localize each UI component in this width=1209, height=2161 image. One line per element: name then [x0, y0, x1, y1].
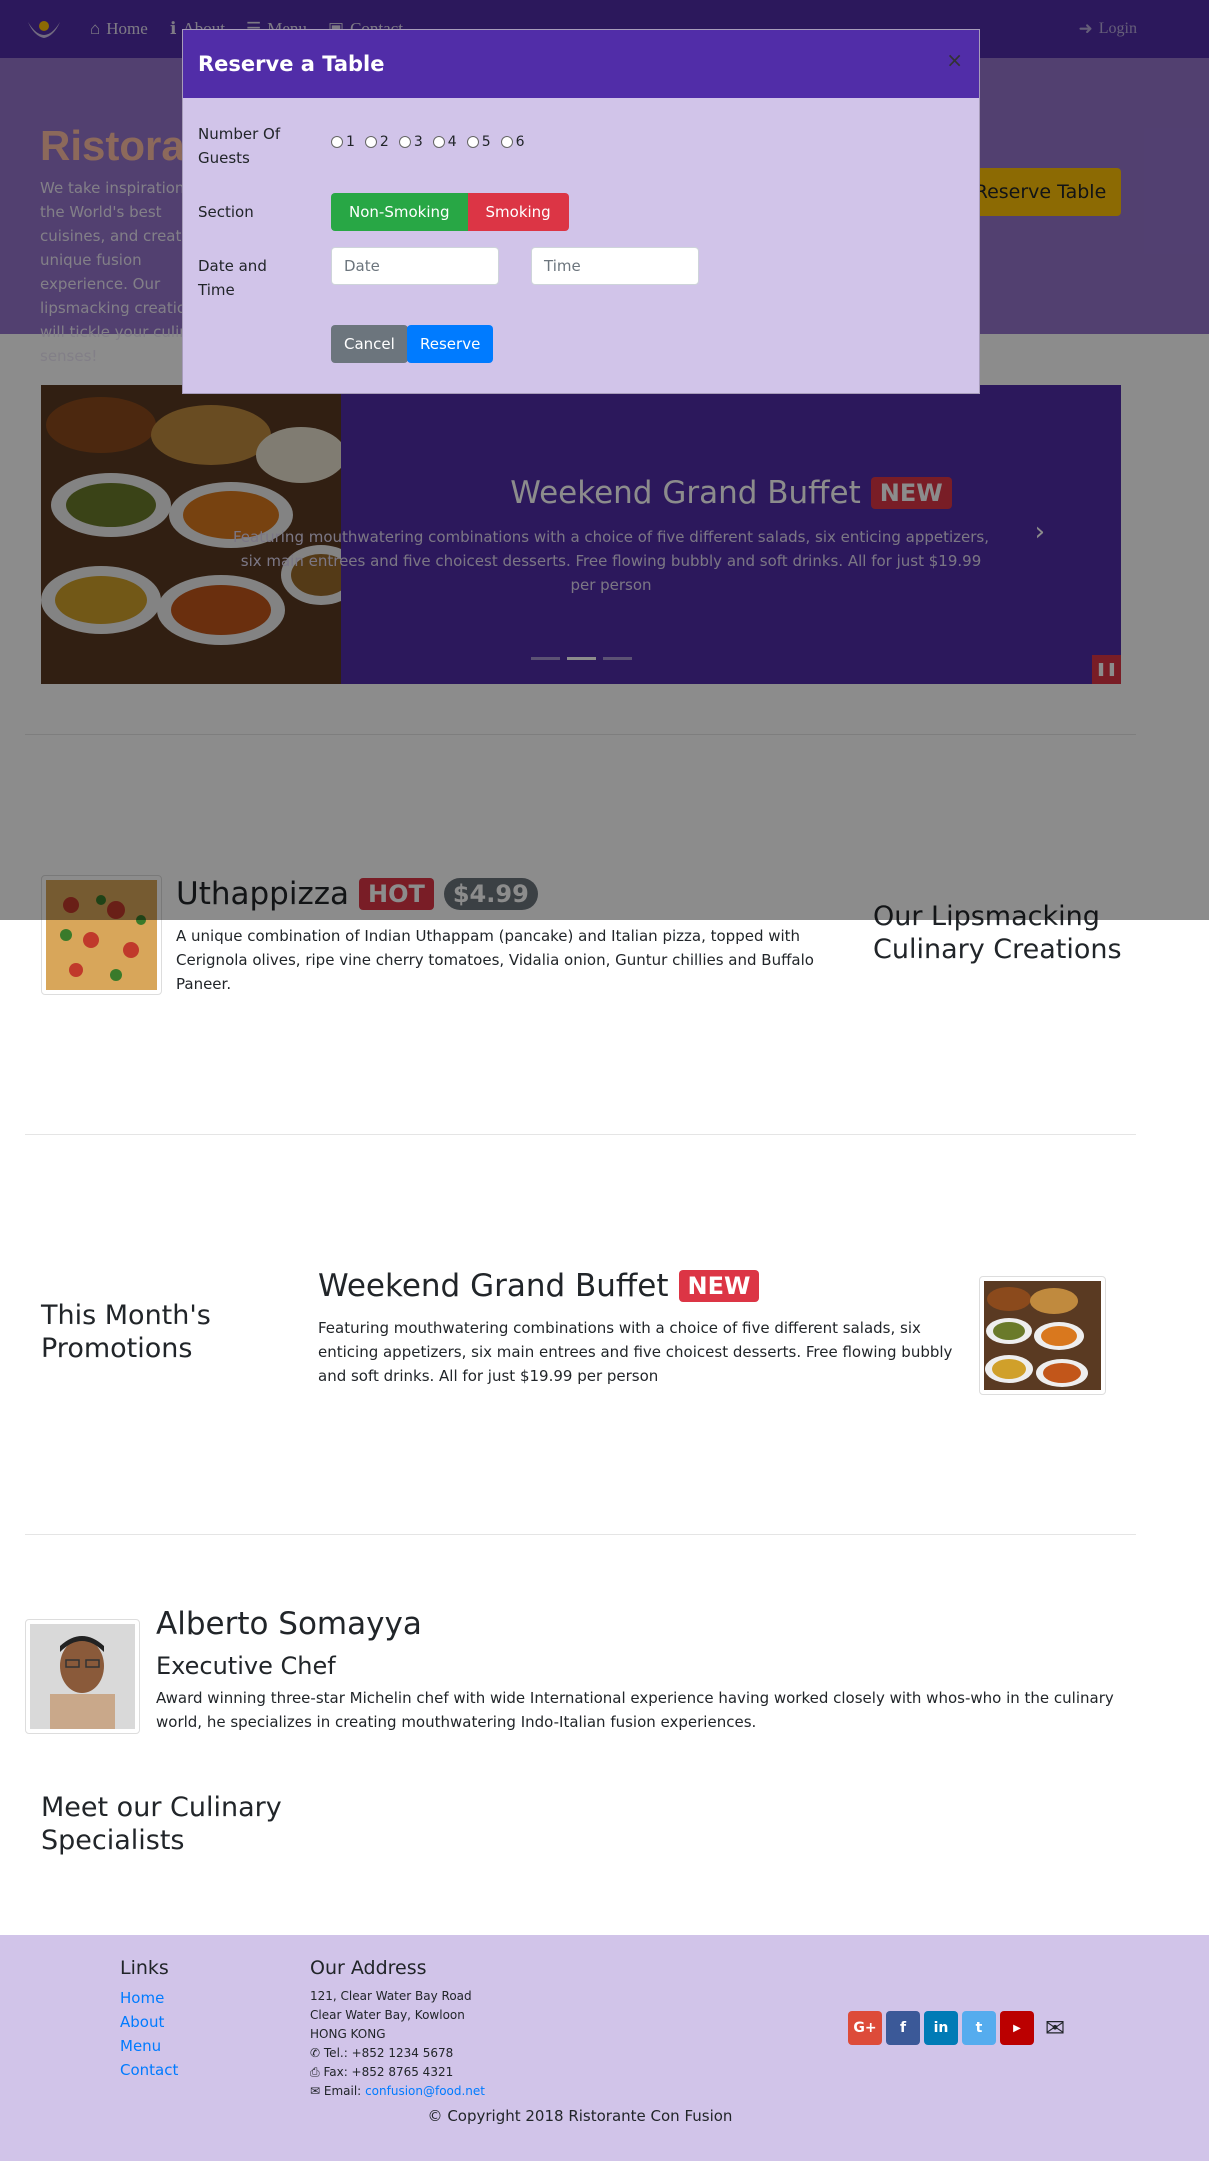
promotion-title: Weekend Grand Buffet NEW	[318, 1268, 760, 1304]
guest-option-label: 4	[447, 134, 457, 150]
chef-portrait	[30, 1624, 135, 1729]
guest-option[interactable]: 3	[398, 134, 423, 150]
modal-title: Reserve a Table	[198, 52, 385, 76]
linkedin-icon[interactable]: in	[924, 2011, 958, 2045]
phone-icon: ✆	[310, 2046, 321, 2060]
guests-radio-group: 1 2 3 4 5 6	[331, 134, 525, 150]
email-line: ✉ Email: confusion@food.net	[310, 2082, 485, 2101]
date-input[interactable]: Date	[331, 247, 499, 285]
promotion-name: Weekend Grand Buffet	[318, 1268, 669, 1304]
phone-text: Tel.: +852 1234 5678	[323, 2046, 454, 2060]
close-icon[interactable]: ×	[946, 48, 963, 72]
radio-circle[interactable]	[500, 136, 513, 148]
phone-line: ✆ Tel.: +852 1234 5678	[310, 2044, 485, 2063]
leader-description: Award winning three-star Michelin chef w…	[156, 1689, 1114, 1731]
address-heading: Our Address	[310, 1957, 427, 1979]
divider	[25, 1134, 1136, 1135]
promotion-thumbnail	[979, 1276, 1106, 1395]
facebook-icon[interactable]: f	[886, 2011, 920, 2045]
non-smoking-button[interactable]: Non-Smoking	[331, 193, 468, 231]
envelope-icon: ✉	[310, 2084, 321, 2098]
guests-label: Number Of Guests	[198, 125, 281, 167]
leader-designation: Executive Chef	[156, 1652, 336, 1680]
promotion-description: Featuring mouthwatering combinations wit…	[318, 1319, 953, 1385]
guest-option[interactable]: 2	[364, 134, 389, 150]
guest-option-label: 6	[515, 134, 525, 150]
leader-thumbnail	[25, 1619, 140, 1734]
guest-option[interactable]: 5	[466, 134, 491, 150]
footer: Links Home About Menu Contact Our Addres…	[0, 1935, 1209, 2161]
address-line: Clear Water Bay, Kowloon	[310, 2008, 465, 2022]
section-label: Section	[198, 203, 254, 221]
modal-header: Reserve a Table ×	[183, 30, 979, 98]
address-line: HONG KONG	[310, 2027, 386, 2041]
specialists-heading: Meet our Culinary Specialists	[41, 1792, 282, 1856]
guest-option-label: 5	[481, 134, 491, 150]
radio-circle[interactable]	[432, 136, 445, 148]
radio-circle[interactable]	[398, 136, 411, 148]
address-line: 121, Clear Water Bay Road	[310, 1989, 472, 2003]
footer-link-contact[interactable]: Contact	[120, 2061, 178, 2079]
twitter-icon[interactable]: t	[962, 2011, 996, 2045]
guest-option[interactable]: 6	[500, 134, 525, 150]
dish-description: A unique combination of Indian Uthappam …	[176, 927, 814, 993]
footer-link-about[interactable]: About	[120, 2013, 164, 2031]
guest-option-label: 3	[413, 134, 423, 150]
radio-circle[interactable]	[466, 136, 479, 148]
footer-link-home[interactable]: Home	[120, 1989, 164, 2007]
fax-text: Fax: +852 8765 4321	[323, 2065, 454, 2079]
guest-option[interactable]: 1	[331, 134, 355, 150]
mail-icon[interactable]: ✉	[1038, 2011, 1072, 2045]
leader-name: Alberto Somayya	[156, 1606, 422, 1642]
copyright: © Copyright 2018 Ristorante Con Fusion	[427, 2107, 733, 2125]
email-label: Email:	[323, 2084, 362, 2098]
fax-icon: ⎙	[310, 2065, 320, 2079]
cancel-button[interactable]: Cancel	[331, 325, 408, 363]
address-block: 121, Clear Water Bay Road Clear Water Ba…	[310, 1987, 485, 2101]
footer-link-menu[interactable]: Menu	[120, 2037, 161, 2055]
promotions-heading: This Month's Promotions	[41, 1300, 211, 1364]
radio-circle[interactable]	[331, 136, 343, 148]
radio-circle[interactable]	[364, 136, 377, 148]
reserve-button[interactable]: Reserve	[407, 325, 494, 363]
guest-option-label: 2	[379, 134, 389, 150]
divider	[25, 1534, 1136, 1535]
footer-links: Home About Menu Contact	[120, 1986, 178, 2082]
email-link[interactable]: confusion@food.net	[365, 2084, 485, 2098]
guest-option-label: 1	[346, 134, 355, 150]
datetime-label: Date and Time	[198, 257, 267, 299]
google-plus-icon[interactable]: G+	[848, 2011, 882, 2045]
youtube-icon[interactable]: ▶	[1000, 2011, 1034, 2045]
reserve-modal: Reserve a Table × Number Of Guests 1 2 3…	[182, 29, 980, 394]
buffet-thumbnail-image	[984, 1281, 1101, 1390]
smoking-button[interactable]: Smoking	[467, 193, 569, 231]
social-icons: G+ f in t ▶ ✉	[848, 2011, 1072, 2045]
section-button-group: Non-Smoking Smoking	[331, 193, 569, 231]
links-heading: Links	[120, 1957, 169, 1979]
new-badge: NEW	[678, 1270, 760, 1302]
fax-line: ⎙ Fax: +852 8765 4321	[310, 2063, 485, 2082]
time-input[interactable]: Time	[531, 247, 699, 285]
guest-option[interactable]: 4	[432, 134, 457, 150]
